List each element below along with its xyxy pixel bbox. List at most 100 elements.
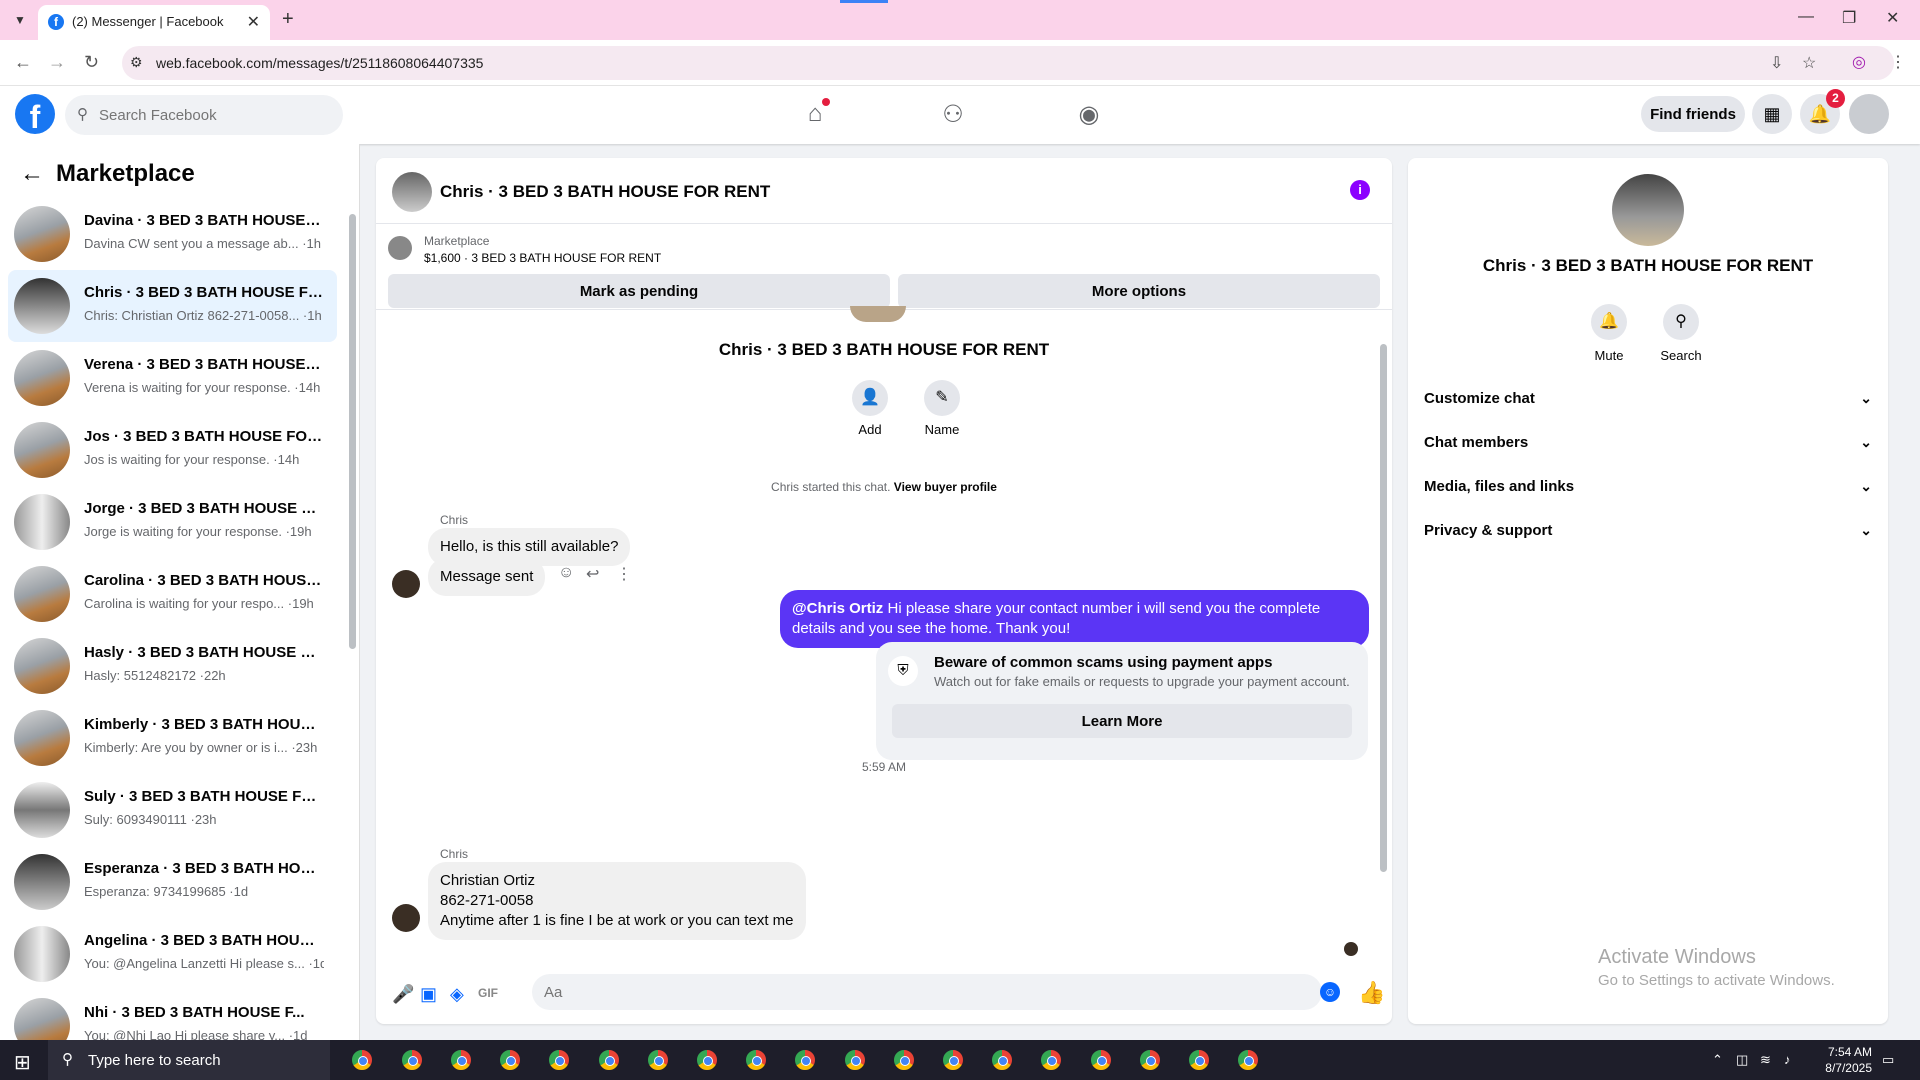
forward-icon[interactable]: → [48, 52, 66, 73]
sticker-icon[interactable]: ◈ [450, 984, 464, 1005]
chrome-icon[interactable] [1089, 1048, 1113, 1072]
account-avatar[interactable] [1849, 94, 1889, 134]
wifi-icon[interactable]: ≋ [1760, 1052, 1771, 1068]
chat-scrollbar[interactable] [1380, 344, 1387, 872]
gif-icon[interactable]: GIF [478, 986, 498, 1000]
chrome-icon[interactable] [1187, 1048, 1211, 1072]
conversation-item[interactable]: Jos · 3 BED 3 BATH HOUSE FOR ... Jos is w… [8, 414, 337, 486]
chat-avatar[interactable] [392, 172, 432, 212]
view-buyer-profile-link[interactable]: View buyer profile [894, 480, 997, 494]
listing-price[interactable]: $1,600 · 3 BED 3 BATH HOUSE FOR RENT [424, 251, 661, 265]
conversation-item[interactable]: Angelina · 3 BED 3 BATH HOUSE... You: @An… [8, 918, 337, 990]
conversation-item-active[interactable]: Chris · 3 BED 3 BATH HOUSE FO... Chris: C… [8, 270, 337, 342]
browser-tab-messenger[interactable]: f (2) Messenger | Facebook ✕ [38, 5, 270, 40]
taskbar-search[interactable]: ⚲ Type here to search [48, 1040, 330, 1080]
thumbs-up-icon[interactable]: 👍 [1358, 980, 1385, 1006]
network-icon[interactable]: ◫ [1736, 1052, 1748, 1068]
media-files-links-section[interactable]: Media, files and links ⌄ [1424, 466, 1872, 510]
minimize-icon[interactable]: — [1798, 8, 1814, 26]
chrome-icon[interactable] [892, 1048, 916, 1072]
windows-start-icon[interactable]: ⊞ [14, 1050, 31, 1075]
conversation-info-icon[interactable]: i [1350, 180, 1370, 200]
conversation-item[interactable]: Davina · 3 BED 3 BATH HOUSE F... Davina C… [8, 198, 337, 270]
profile-icon[interactable]: ◎ [1852, 52, 1866, 72]
chrome-icon[interactable] [498, 1048, 522, 1072]
more-actions-icon[interactable]: ⋮ [616, 564, 632, 584]
notification-center-icon[interactable]: ▭ [1882, 1052, 1894, 1068]
chrome-icon[interactable] [695, 1048, 719, 1072]
add-people-button[interactable]: 👤 Add [840, 380, 900, 437]
back-icon[interactable]: ← [14, 52, 32, 73]
chrome-icon[interactable] [400, 1048, 424, 1072]
chrome-icon[interactable] [941, 1048, 965, 1072]
browser-menu-icon[interactable]: ⋮ [1890, 52, 1906, 72]
microphone-icon[interactable]: 🎤 [392, 984, 414, 1005]
facebook-logo-icon[interactable]: f [15, 94, 55, 135]
listing-thumbnail[interactable] [388, 236, 412, 260]
chrome-icon[interactable] [1039, 1048, 1063, 1072]
restore-icon[interactable]: ❐ [1842, 8, 1856, 28]
sidebar-scrollbar[interactable] [349, 214, 356, 649]
tab-search-dropdown-icon[interactable]: ▼ [10, 10, 30, 30]
conversation-item[interactable]: Kimberly · 3 BED 3 BATH HOUSE... Kimberly… [8, 702, 337, 774]
chrome-icon[interactable] [843, 1048, 867, 1072]
mute-button[interactable]: 🔔 Mute [1574, 304, 1644, 363]
chrome-icon[interactable] [646, 1048, 670, 1072]
conversation-item[interactable]: Verena · 3 BED 3 BATH HOUSE F... Verena i… [8, 342, 337, 414]
chrome-icon[interactable] [547, 1048, 571, 1072]
chat-title[interactable]: Chris · 3 BED 3 BATH HOUSE FOR RENT [440, 182, 770, 202]
conversation-item[interactable]: Hasly · 3 BED 3 BATH HOUSE FO... Hasly: 5… [8, 630, 337, 702]
sender-avatar[interactable] [392, 570, 420, 598]
more-options-button[interactable]: More options [898, 274, 1380, 308]
url-text[interactable]: web.facebook.com/messages/t/251186080644… [156, 55, 483, 71]
mark-pending-button[interactable]: Mark as pending [388, 274, 890, 308]
emoji-picker-icon[interactable]: ☺ [1320, 982, 1340, 1002]
reload-icon[interactable]: ↻ [84, 52, 99, 73]
incoming-message[interactable]: Message sent [428, 558, 546, 596]
name-chat-button[interactable]: ✎ Name [912, 380, 972, 437]
groups-icon[interactable]: ◉ [1074, 100, 1104, 130]
facebook-search[interactable]: ⚲ [65, 95, 343, 135]
customize-chat-section[interactable]: Customize chat ⌄ [1424, 378, 1872, 422]
chrome-icon[interactable] [744, 1048, 768, 1072]
install-app-icon[interactable]: ⇩ [1770, 53, 1783, 73]
info-avatar[interactable] [1612, 174, 1684, 246]
attach-photo-icon[interactable]: ▣ [420, 984, 437, 1005]
menu-grid-icon[interactable]: ▦ [1752, 94, 1792, 134]
conversation-item[interactable]: Suly · 3 BED 3 BATH HOUSE FOR... Suly: 60… [8, 774, 337, 846]
friends-icon[interactable]: ⚇ [938, 100, 968, 130]
incoming-message[interactable]: Christian Ortiz 862-271-0058 Anytime aft… [428, 862, 806, 940]
chat-members-section[interactable]: Chat members ⌄ [1424, 422, 1872, 466]
site-info-icon[interactable]: ⚙ [130, 54, 143, 71]
chrome-icon[interactable] [597, 1048, 621, 1072]
chrome-icon[interactable] [449, 1048, 473, 1072]
new-tab-icon[interactable]: + [282, 8, 294, 31]
facebook-search-input[interactable] [99, 95, 329, 135]
window-close-icon[interactable]: ✕ [1886, 8, 1899, 28]
reply-icon[interactable]: ↩ [586, 564, 599, 584]
chrome-icon[interactable] [350, 1048, 374, 1072]
message-input[interactable] [532, 974, 1322, 1010]
sender-avatar[interactable] [392, 904, 420, 932]
mention[interactable]: @Chris Ortiz [792, 600, 883, 617]
bookmark-star-icon[interactable]: ☆ [1802, 53, 1816, 73]
privacy-support-section[interactable]: Privacy & support ⌄ [1424, 510, 1872, 554]
back-arrow-icon[interactable]: ← [20, 160, 44, 188]
chrome-icon[interactable] [990, 1048, 1014, 1072]
search-conversation-button[interactable]: ⚲ Search [1646, 304, 1716, 363]
conversation-item[interactable]: Jorge · 3 BED 3 BATH HOUSE FO... Jorge is… [8, 486, 337, 558]
conversation-item[interactable]: Carolina · 3 BED 3 BATH HOUSE ... Carolin… [8, 558, 337, 630]
chrome-icon[interactable] [1236, 1048, 1260, 1072]
conversation-item[interactable]: Esperanza · 3 BED 3 BATH HOUS... Esperanz… [8, 846, 337, 918]
tab-close-icon[interactable]: ✕ [247, 12, 260, 32]
chrome-icon[interactable] [793, 1048, 817, 1072]
volume-icon[interactable]: ♪ [1784, 1052, 1791, 1067]
show-hidden-icons-icon[interactable]: ⌃ [1712, 1052, 1723, 1068]
taskbar-clock[interactable]: 7:54 AM 8/7/2025 [1812, 1044, 1872, 1076]
find-friends-button[interactable]: Find friends [1641, 96, 1745, 132]
omnibox[interactable]: ⚙ web.facebook.com/messages/t/2511860806… [122, 46, 1894, 80]
outgoing-message[interactable]: @Chris Ortiz Hi please share your contac… [780, 590, 1369, 648]
chrome-icon[interactable] [1138, 1048, 1162, 1072]
learn-more-button[interactable]: Learn More [892, 704, 1352, 738]
react-emoji-icon[interactable]: ☺ [558, 564, 574, 582]
